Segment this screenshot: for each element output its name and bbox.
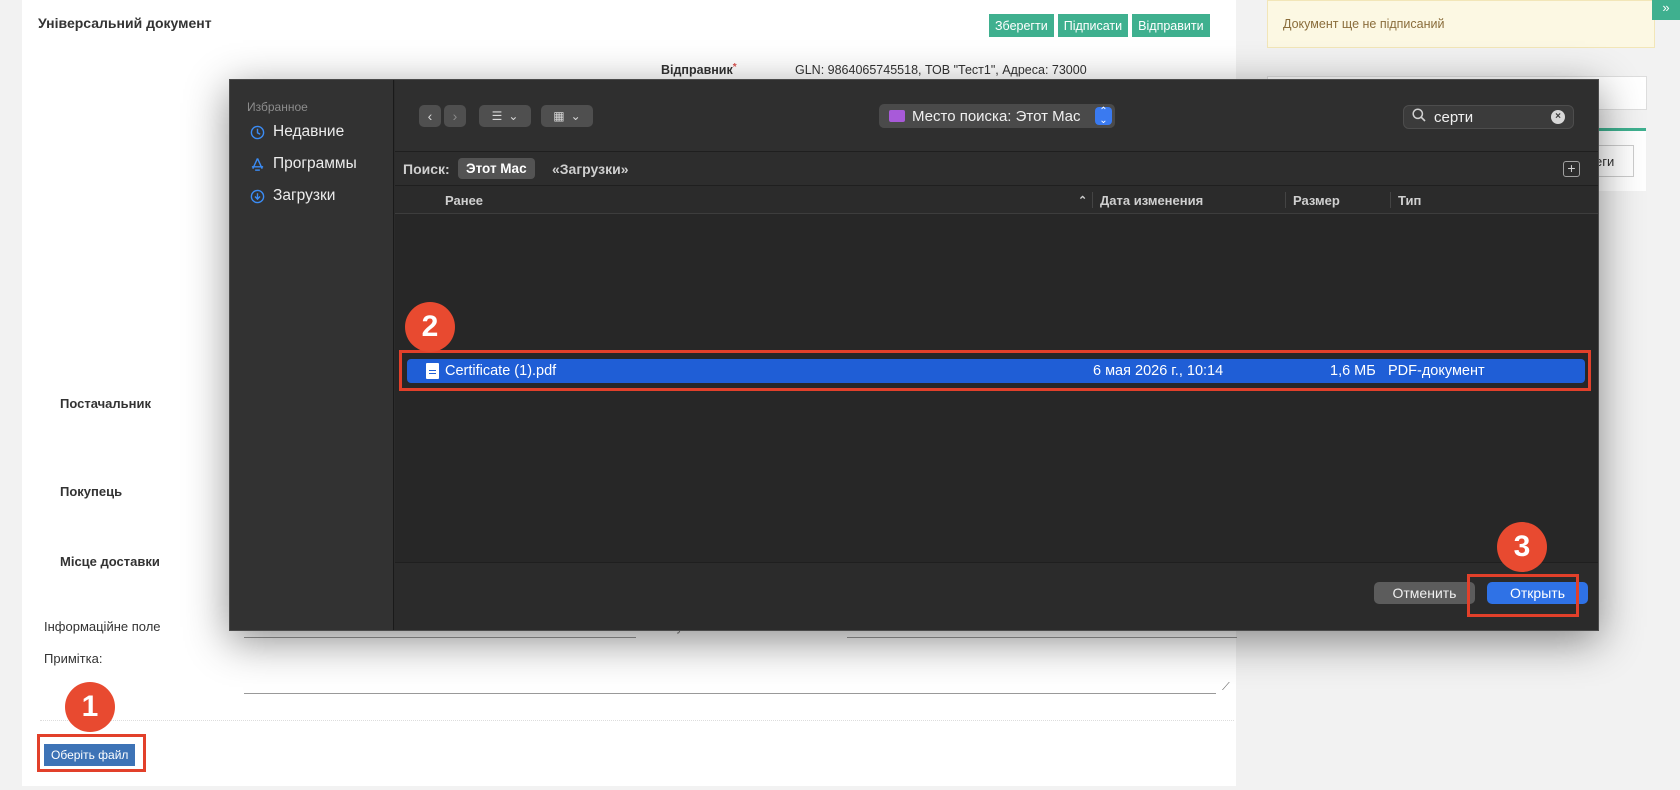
buyer-label: Покупець — [60, 484, 123, 499]
sidebar-item-label: Загрузки — [273, 187, 336, 204]
note-label: Примітка: — [44, 651, 103, 666]
step-badge-1: 1 — [65, 682, 115, 732]
scope-this-mac[interactable]: Этот Mac — [458, 158, 535, 179]
highlight-choose-file — [37, 734, 146, 772]
sender-label: Відправник* — [661, 62, 737, 77]
clear-search-icon[interactable]: × — [1551, 110, 1565, 124]
scope-label: Поиск: — [403, 161, 450, 177]
scope-downloads[interactable]: «Загрузки» — [552, 161, 629, 177]
collapse-panel-button[interactable]: » — [1652, 0, 1680, 20]
column-separator — [1390, 192, 1391, 208]
column-size[interactable]: Размер — [1293, 193, 1340, 208]
sidebar-item-label: Недавние — [273, 123, 345, 140]
search-field[interactable]: серти × — [1403, 105, 1574, 129]
column-name[interactable]: Ранее — [445, 193, 483, 208]
status-alert: Документ ще не підписаний — [1267, 0, 1655, 48]
highlight-open-button — [1467, 574, 1579, 617]
sidebar-item-recent[interactable]: Недавние — [249, 123, 344, 141]
divider — [40, 720, 1234, 721]
favorites-heading: Избранное — [247, 100, 308, 114]
delivery-label: Місце доставки — [60, 554, 160, 569]
dialog-toolbar: ‹ › ☰ ⌄ ▦ ⌄ Место поиска: Этот Mac ⌃ ⌄ серт… — [395, 80, 1598, 152]
info-field-label: Інформаційне поле — [44, 619, 161, 634]
chevron-down-icon: ⌄ — [508, 109, 519, 123]
chevron-down-icon: ⌄ — [570, 109, 581, 123]
sender-value: GLN: 9864065745518, ТОВ "Тест1", Адреса:… — [795, 63, 1087, 77]
save-button[interactable]: Зберегти — [989, 14, 1054, 37]
download-icon — [249, 188, 265, 204]
note-textarea[interactable] — [244, 652, 1216, 694]
clock-icon — [249, 124, 265, 140]
location-select[interactable]: Место поиска: Этот Mac ⌃ ⌄ — [879, 104, 1115, 128]
search-scope-bar: Поиск: Этот Mac «Загрузки» + — [395, 152, 1598, 186]
column-separator — [1092, 192, 1093, 208]
search-input[interactable]: серти — [1434, 109, 1473, 126]
column-header: Ранее ⌃ Дата изменения Размер Тип — [395, 186, 1598, 214]
page-title: Універсальний документ — [38, 15, 212, 31]
step-badge-3: 3 — [1497, 522, 1547, 572]
location-label: Место поиска: Этот Mac — [912, 107, 1081, 125]
sender-label-text: Відправник — [661, 63, 733, 77]
search-icon — [1412, 108, 1426, 126]
updown-chevron-icon: ⌃ ⌄ — [1095, 107, 1112, 126]
column-kind[interactable]: Тип — [1398, 193, 1421, 208]
required-mark: * — [732, 62, 737, 73]
add-criteria-button[interactable]: + — [1563, 161, 1580, 177]
cancel-button[interactable]: Отменить — [1374, 582, 1475, 604]
sidebar-item-applications[interactable]: Программы — [249, 155, 357, 173]
send-button[interactable]: Відправити — [1132, 14, 1210, 37]
supplier-label: Постачальник — [60, 396, 151, 411]
back-button[interactable]: ‹ — [419, 105, 441, 127]
apps-icon — [249, 156, 265, 172]
sign-button[interactable]: Підписати — [1057, 14, 1129, 37]
forward-button[interactable]: › — [444, 105, 466, 127]
column-date[interactable]: Дата изменения — [1100, 193, 1203, 208]
grid-icon: ▦ — [553, 109, 565, 123]
chevron-right-icon: › — [452, 108, 458, 124]
action-buttons: Зберегти Підписати Відправити — [989, 14, 1210, 37]
chevron-left-icon: ‹ — [427, 108, 433, 124]
step-badge-2: 2 — [405, 302, 455, 352]
computer-icon — [889, 110, 905, 122]
sidebar-item-downloads[interactable]: Загрузки — [249, 187, 335, 205]
grid-view-button[interactable]: ▦ ⌄ — [541, 105, 593, 127]
column-separator — [1285, 192, 1286, 208]
sidebar-item-label: Программы — [273, 155, 357, 172]
sort-chevron-icon: ⌃ — [1078, 195, 1088, 207]
list-icon: ☰ — [491, 109, 503, 123]
highlight-file-row — [399, 350, 1591, 391]
dialog-sidebar: Избранное Недавние Программы Загрузки — [230, 80, 394, 630]
resize-handle-icon[interactable]: ⟋ — [1222, 681, 1234, 693]
list-view-button[interactable]: ☰ ⌄ — [479, 105, 531, 127]
